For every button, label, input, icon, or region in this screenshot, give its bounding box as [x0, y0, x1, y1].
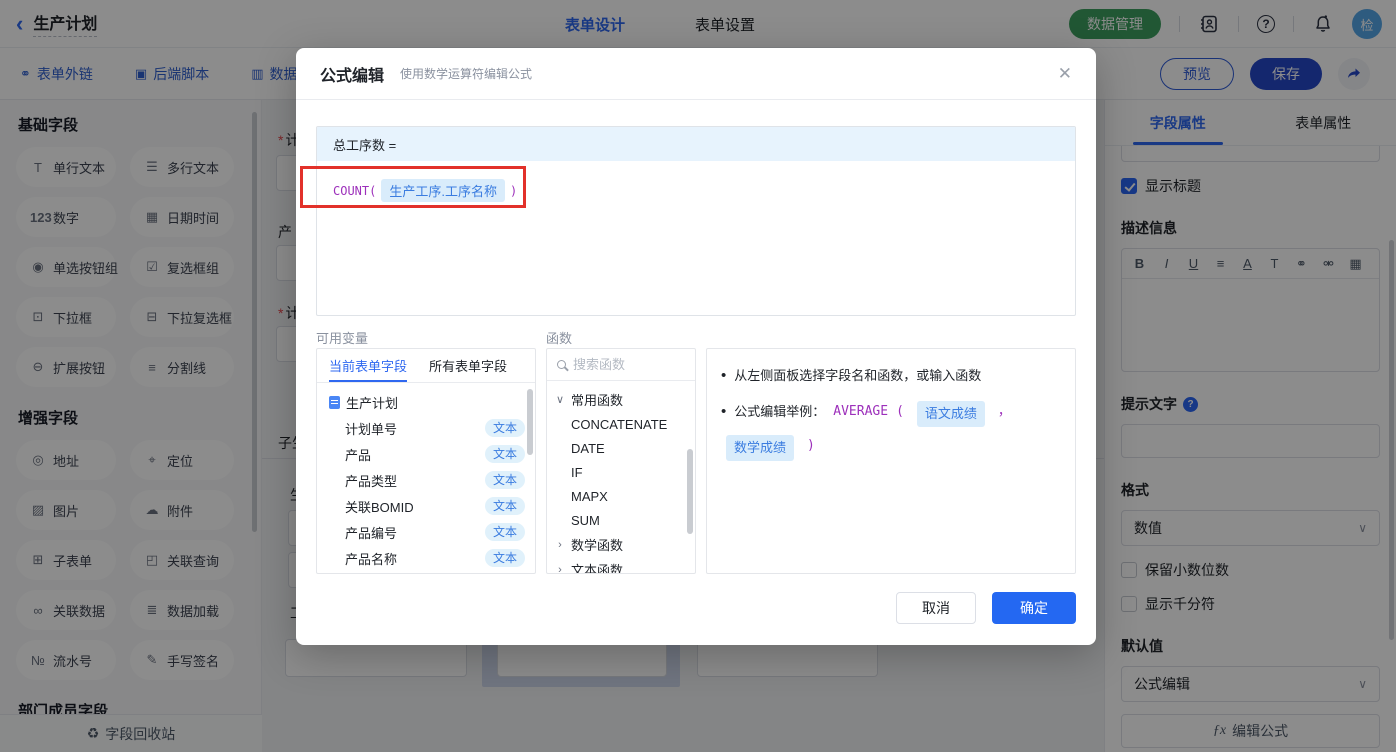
function-group-label: 文本函数 [571, 563, 624, 574]
close-paren: ) [509, 183, 518, 198]
variable-name: 产品类型 [345, 473, 398, 489]
type-badge: 文本 [484, 470, 525, 490]
tree-root-form[interactable]: 生产计划 [317, 389, 535, 415]
formula-edit-modal: 公式编辑 使用数学运算符编辑公式 ✕ 总工序数 = COUNT ( 生产工序.工… [296, 48, 1096, 645]
functions-label: 函数 [546, 331, 573, 346]
function-item[interactable]: SUM [547, 508, 695, 532]
function-group-text[interactable]: › 文本函数 [547, 557, 695, 574]
functions-scrollbar[interactable] [687, 449, 693, 534]
formula-help-panel: • 从左侧面板选择字段名和函数，或输入函数 • 公式编辑举例： AVERAGE … [706, 348, 1076, 574]
type-badge: 文本 [484, 548, 525, 568]
tree-root-label: 生产计划 [346, 395, 399, 411]
variables-panel: 当前表单字段 所有表单字段 生产计划 计划单号 文本 产品 文本 产品类型 文本 关联… [316, 348, 536, 574]
function-group-math[interactable]: › 数学函数 [547, 532, 695, 557]
help-line-2: • 公式编辑举例： AVERAGE ( 语文成绩 ， 数学成绩 ) [721, 401, 1061, 461]
variable-row[interactable]: 关联BOMID 文本 [317, 493, 535, 519]
formula-expression[interactable]: COUNT ( 生产工序.工序名称 ) [317, 161, 1075, 202]
open-paren: ( [896, 404, 904, 419]
chevron-right-icon: › [558, 538, 562, 551]
example-chip: 语文成绩 [916, 401, 985, 427]
function-item[interactable]: MAPX [547, 484, 695, 508]
variable-name: 产品编号 [345, 525, 398, 541]
function-group-label: 数学函数 [571, 538, 624, 553]
function-item[interactable]: CONCATENATE [547, 412, 695, 436]
function-search[interactable] [547, 349, 695, 381]
help-example-prefix: 公式编辑举例： [734, 404, 826, 419]
type-badge: 文本 [484, 444, 525, 464]
confirm-button[interactable]: 确定 [992, 592, 1076, 624]
variable-row[interactable]: 计划单号 文本 [317, 415, 535, 441]
function-group-label: 常用函数 [571, 393, 624, 408]
comma: ， [997, 404, 1011, 419]
tab-all-form-fields[interactable]: 所有表单字段 [429, 349, 507, 382]
bullet-icon: • [721, 403, 727, 420]
document-icon [329, 395, 340, 409]
open-paren: ( [369, 183, 377, 198]
search-icon [557, 360, 566, 369]
variables-scrollbar[interactable] [527, 389, 533, 455]
variable-name: 计划单号 [345, 421, 398, 437]
variables-label: 可用变量 [316, 331, 369, 346]
variables-tree: 生产计划 计划单号 文本 产品 文本 产品类型 文本 关联BOMID 文本 产品编号 文本… [317, 383, 535, 573]
variable-row[interactable]: 产品类型 文本 [317, 467, 535, 493]
function-search-input[interactable] [573, 357, 673, 372]
type-badge: 文本 [484, 418, 525, 438]
variable-row[interactable]: 文本 [317, 571, 535, 573]
modal-subtitle: 使用数学运算符编辑公式 [400, 67, 533, 81]
modal-header: 公式编辑 使用数学运算符编辑公式 ✕ [296, 48, 1096, 100]
function-name: COUNT [333, 183, 370, 198]
cancel-button[interactable]: 取消 [896, 592, 976, 624]
help-line-1: • 从左侧面板选择字段名和函数，或输入函数 [721, 365, 1061, 387]
example-function-name: AVERAGE [833, 404, 889, 419]
bullet-icon: • [721, 367, 727, 384]
variable-row[interactable]: 产品编号 文本 [317, 519, 535, 545]
function-item[interactable]: DATE [547, 436, 695, 460]
variable-name: 产品 [345, 447, 372, 463]
chevron-right-icon: › [558, 563, 562, 574]
tab-current-form-fields[interactable]: 当前表单字段 [329, 349, 408, 382]
variable-name: 关联BOMID [345, 499, 414, 515]
app-root: ‹ 生产计划 表单设计 表单设置 数据管理 ? 检 ⚭ 表单外链 ▣ 后端脚本 … [0, 0, 1396, 752]
variables-tabs: 当前表单字段 所有表单字段 [317, 349, 535, 383]
function-group-common[interactable]: ∨ 常用函数 [547, 387, 695, 412]
help-text: 从左侧面板选择字段名和函数，或输入函数 [734, 368, 982, 383]
formula-target: 总工序数 = [317, 127, 1075, 161]
modal-title: 公式编辑 [320, 67, 385, 85]
chevron-down-icon: ∨ [555, 394, 565, 406]
formula-editor[interactable]: 总工序数 = COUNT ( 生产工序.工序名称 ) [316, 126, 1076, 316]
modal-footer: 取消 确定 [896, 592, 1076, 624]
functions-panel: ∨ 常用函数 CONCATENATE DATE IF MAPX SUM › 数学… [546, 348, 696, 574]
type-badge: 文本 [484, 496, 525, 516]
field-chip[interactable]: 生产工序.工序名称 [381, 179, 505, 202]
variable-row[interactable]: 产品 文本 [317, 441, 535, 467]
variable-name: 产品名称 [345, 551, 398, 567]
close-icon[interactable]: ✕ [1058, 64, 1072, 84]
close-paren: ) [807, 438, 815, 453]
function-item[interactable]: IF [547, 460, 695, 484]
type-badge: 文本 [484, 522, 525, 542]
variable-row[interactable]: 产品名称 文本 [317, 545, 535, 571]
example-chip: 数学成绩 [726, 435, 795, 461]
